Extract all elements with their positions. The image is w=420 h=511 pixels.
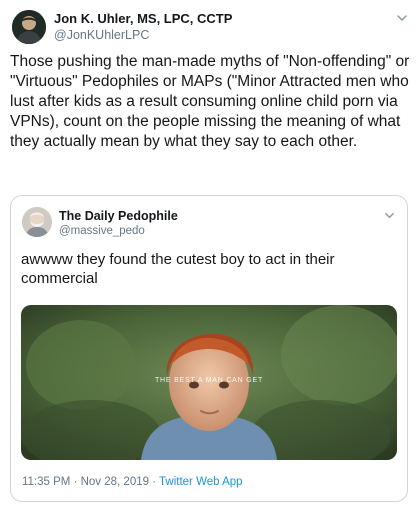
timestamp[interactable]: 11:35 PM · Nov 28, 2019 [22, 476, 149, 488]
chevron-down-icon[interactable] [396, 12, 408, 24]
author-handle[interactable]: @JonKUhlerLPC [54, 27, 232, 43]
quoted-tweet-text: awwww they found the cutest boy to act i… [21, 251, 335, 287]
profile-photo-icon [12, 10, 46, 44]
profile-photo-icon [22, 207, 52, 237]
chevron-down-icon[interactable] [384, 210, 395, 221]
tweet-card: Jon K. Uhler, MS, LPC, CCTP @JonKUhlerLP… [0, 0, 420, 511]
quoted-tweet[interactable]: The Daily Pedophile @massive_pedo awwww … [10, 195, 408, 502]
quoted-author-handle[interactable]: @massive_pedo [59, 224, 178, 239]
quoted-tweet-meta: 11:35 PM · Nov 28, 2019 · Twitter Web Ap… [22, 476, 243, 488]
author-avatar[interactable] [12, 10, 46, 44]
quoted-author-block: The Daily Pedophile @massive_pedo [59, 209, 178, 239]
source-link[interactable]: Twitter Web App [159, 476, 243, 488]
author-display-name[interactable]: Jon K. Uhler, MS, LPC, CCTP [54, 11, 232, 27]
quoted-author-display-name[interactable]: The Daily Pedophile [59, 209, 178, 224]
meta-separator: · [149, 476, 160, 488]
quoted-tweet-media[interactable]: THE BEST A MAN CAN GET [21, 305, 397, 460]
author-block: Jon K. Uhler, MS, LPC, CCTP @JonKUhlerLP… [54, 11, 232, 43]
media-caption: THE BEST A MAN CAN GET [154, 377, 264, 384]
quoted-author-avatar[interactable] [22, 207, 52, 237]
tweet-text: Those pushing the man-made myths of "Non… [10, 53, 410, 150]
